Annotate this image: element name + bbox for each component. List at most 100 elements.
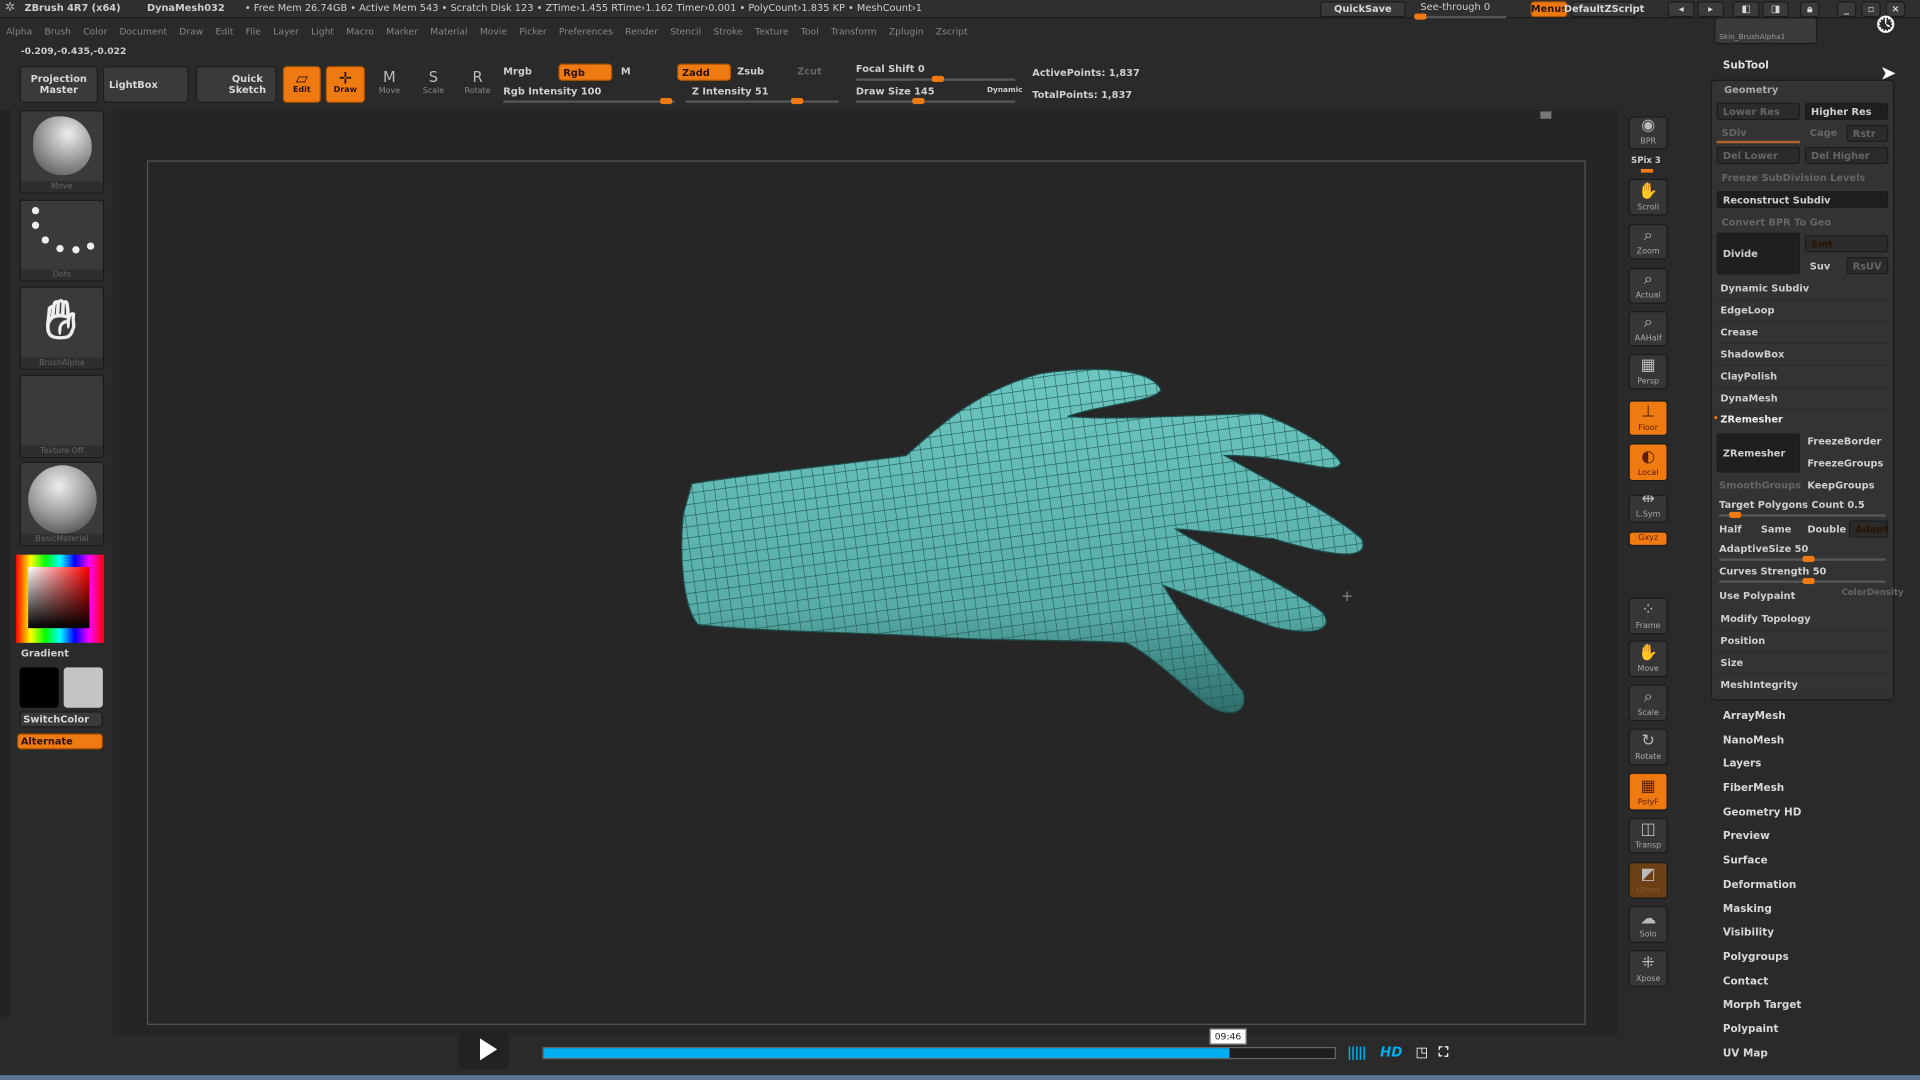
subpalette-morph-target[interactable]: Morph Target xyxy=(1723,997,1802,1021)
video-progress-bar[interactable] xyxy=(542,1046,1336,1060)
scroll-button[interactable]: ✋ Scroll xyxy=(1628,178,1668,216)
cage-button[interactable]: Cage xyxy=(1810,127,1837,138)
volume-icon[interactable]: ||||| xyxy=(1347,1044,1367,1060)
half-button[interactable]: Half xyxy=(1719,524,1741,535)
brush-alpha-thumbnail[interactable]: Skin_BrushAlpha1 xyxy=(1714,17,1818,45)
subpalette-polypaint[interactable]: Polypaint xyxy=(1723,1021,1802,1045)
tool-label: Persp xyxy=(1637,375,1660,386)
sdiv-slider-bar[interactable] xyxy=(1716,140,1801,144)
section-dynamesh[interactable]: DynaMesh xyxy=(1716,388,1889,411)
target-polygons-slider[interactable] xyxy=(1719,511,1886,518)
spix-knob[interactable] xyxy=(1640,168,1654,173)
section-claypolish[interactable]: ClayPolish xyxy=(1716,366,1889,389)
actual-button[interactable]: ⌕ Actual xyxy=(1628,268,1668,304)
spix-slider[interactable]: SPix 3 xyxy=(1631,156,1661,166)
l-sym-button[interactable]: ⇹ L.Sym xyxy=(1628,490,1668,523)
subpalette-surface[interactable]: Surface xyxy=(1723,852,1802,876)
sdiv-slider[interactable]: SDiv xyxy=(1722,127,1747,138)
tool-label: Actual xyxy=(1635,290,1661,301)
adaptive-size-slider[interactable] xyxy=(1719,555,1886,563)
subpalette-geometry-hd[interactable]: Geometry HD xyxy=(1723,804,1802,828)
subpalette-contact[interactable]: Contact xyxy=(1723,973,1802,997)
same-button[interactable]: Same xyxy=(1761,524,1792,535)
subpalette-masking[interactable]: Masking xyxy=(1723,901,1802,925)
rstr-button[interactable]: Rstr xyxy=(1846,124,1889,143)
adapt-toggle[interactable]: Adapt xyxy=(1848,520,1889,538)
slider-knob[interactable] xyxy=(1802,577,1815,585)
smooth-groups-slider[interactable]: SmoothGroups xyxy=(1719,480,1801,491)
solo-icon: ☁ xyxy=(1640,909,1657,929)
freeze-subdivision-button[interactable]: Freeze SubDivision Levels xyxy=(1722,173,1866,184)
subpalette-layers[interactable]: Layers xyxy=(1723,756,1802,780)
xpose-button[interactable]: ⁜ Xpose xyxy=(1628,950,1668,987)
scale-button[interactable]: ⌕ Scale xyxy=(1628,684,1668,722)
section-modify-topology[interactable]: Modify Topology xyxy=(1716,609,1889,631)
del-higher-button[interactable]: Del Higher xyxy=(1804,146,1889,165)
reconstruct-subdiv-button[interactable]: Reconstruct Subdiv xyxy=(1716,191,1889,209)
freeze-groups-toggle[interactable]: FreezeGroups xyxy=(1807,458,1883,469)
hd-toggle[interactable]: HD xyxy=(1380,1044,1402,1060)
rotate-button[interactable]: ↻ Rotate xyxy=(1628,728,1668,766)
higher-res-button[interactable]: Higher Res xyxy=(1804,102,1889,121)
section-size[interactable]: Size xyxy=(1716,653,1889,675)
frame-button[interactable]: ⁘ Frame xyxy=(1628,597,1668,635)
color-density-slider[interactable]: ColorDensity xyxy=(1842,588,1904,598)
polyf-button[interactable]: ▦ PolyF xyxy=(1628,772,1668,811)
fullscreen-icon[interactable]: ⛶ xyxy=(1439,1044,1448,1061)
subtool-menu[interactable]: SubTool xyxy=(1723,60,1769,72)
section-meshintegrity[interactable]: MeshIntegrity xyxy=(1716,675,1889,697)
clock-icon[interactable]: 🕓︎ xyxy=(1867,12,1904,49)
canvas-scroll-indicator[interactable] xyxy=(1540,111,1552,119)
bpr-button[interactable]: ◉ BPR xyxy=(1628,116,1668,150)
gxyz-button[interactable]: Gxyz xyxy=(1628,531,1668,547)
smt-toggle[interactable]: Smt xyxy=(1804,235,1889,253)
aahalf-button[interactable]: ⌕ AAHalf xyxy=(1628,311,1668,347)
section-position[interactable]: Position xyxy=(1716,631,1889,653)
slider-knob[interactable] xyxy=(1728,511,1742,518)
zoom-button[interactable]: ⌕ Zoom xyxy=(1628,224,1668,260)
zremesher-button[interactable]: ZRemesher xyxy=(1716,433,1801,473)
persp-button[interactable]: ▦ Persp xyxy=(1628,353,1668,390)
curves-strength-slider[interactable] xyxy=(1719,577,1886,585)
ghost-button[interactable]: ◩ Ghost xyxy=(1628,862,1668,899)
section-shadowbox[interactable]: ShadowBox xyxy=(1716,344,1889,367)
bpr-icon: ◉ xyxy=(1641,116,1656,135)
suv-toggle[interactable]: Suv xyxy=(1810,261,1830,272)
double-button[interactable]: Double xyxy=(1807,524,1846,535)
subpalette-arraymesh[interactable]: ArrayMesh xyxy=(1723,708,1802,732)
subpalette-deformation[interactable]: Deformation xyxy=(1723,877,1802,901)
convert-bpr-button[interactable]: Convert BPR To Geo xyxy=(1722,217,1831,228)
solo-button[interactable]: ☁ Solo xyxy=(1628,906,1668,943)
section-crease[interactable]: Crease xyxy=(1716,322,1889,345)
section-edgeloop[interactable]: EdgeLoop xyxy=(1716,300,1889,323)
rsuv-toggle[interactable]: RsUV xyxy=(1846,257,1889,275)
subpalette-visibility[interactable]: Visibility xyxy=(1723,925,1802,949)
subpalette-fibermesh[interactable]: FiberMesh xyxy=(1723,780,1802,804)
use-polypaint-toggle[interactable]: Use Polypaint xyxy=(1719,590,1795,601)
move-icon: ✋ xyxy=(1638,644,1659,663)
transp-button[interactable]: ◫ Transp xyxy=(1628,817,1668,854)
target-polygons-label: Target Polygons Count 0.5 xyxy=(1719,499,1865,511)
geometry-header[interactable]: Geometry xyxy=(1724,84,1778,95)
zremesher-section[interactable]: ZRemesher xyxy=(1720,414,1782,425)
move-button[interactable]: ✋ Move xyxy=(1628,640,1668,678)
floor-button[interactable]: ⊥ Floor xyxy=(1628,400,1668,436)
subpalette-uv-map[interactable]: UV Map xyxy=(1723,1045,1802,1069)
section-dynamic-subdiv[interactable]: Dynamic Subdiv xyxy=(1716,278,1889,301)
local-button[interactable]: ◐ Local xyxy=(1628,443,1668,482)
freeze-border-toggle[interactable]: FreezeBorder xyxy=(1807,436,1881,447)
slider-knob[interactable] xyxy=(1802,555,1815,563)
tool-label: Frame xyxy=(1635,620,1661,631)
keep-groups-toggle[interactable]: KeepGroups xyxy=(1807,480,1874,491)
lower-res-button[interactable]: Lower Res xyxy=(1716,102,1801,121)
play-button[interactable] xyxy=(459,1032,509,1069)
subpalette-preview[interactable]: Preview xyxy=(1723,828,1802,852)
subpalette-polygroups[interactable]: Polygroups xyxy=(1723,949,1802,973)
progress-fill xyxy=(543,1048,1230,1058)
subpalette-nanomesh[interactable]: NanoMesh xyxy=(1723,732,1802,756)
del-lower-button[interactable]: Del Lower xyxy=(1716,146,1801,165)
tool-label: Zoom xyxy=(1636,246,1660,256)
popout-icon[interactable]: ◳ xyxy=(1416,1044,1429,1060)
tool-label: AAHalf xyxy=(1634,333,1662,343)
divide-button[interactable]: Divide xyxy=(1716,232,1801,275)
